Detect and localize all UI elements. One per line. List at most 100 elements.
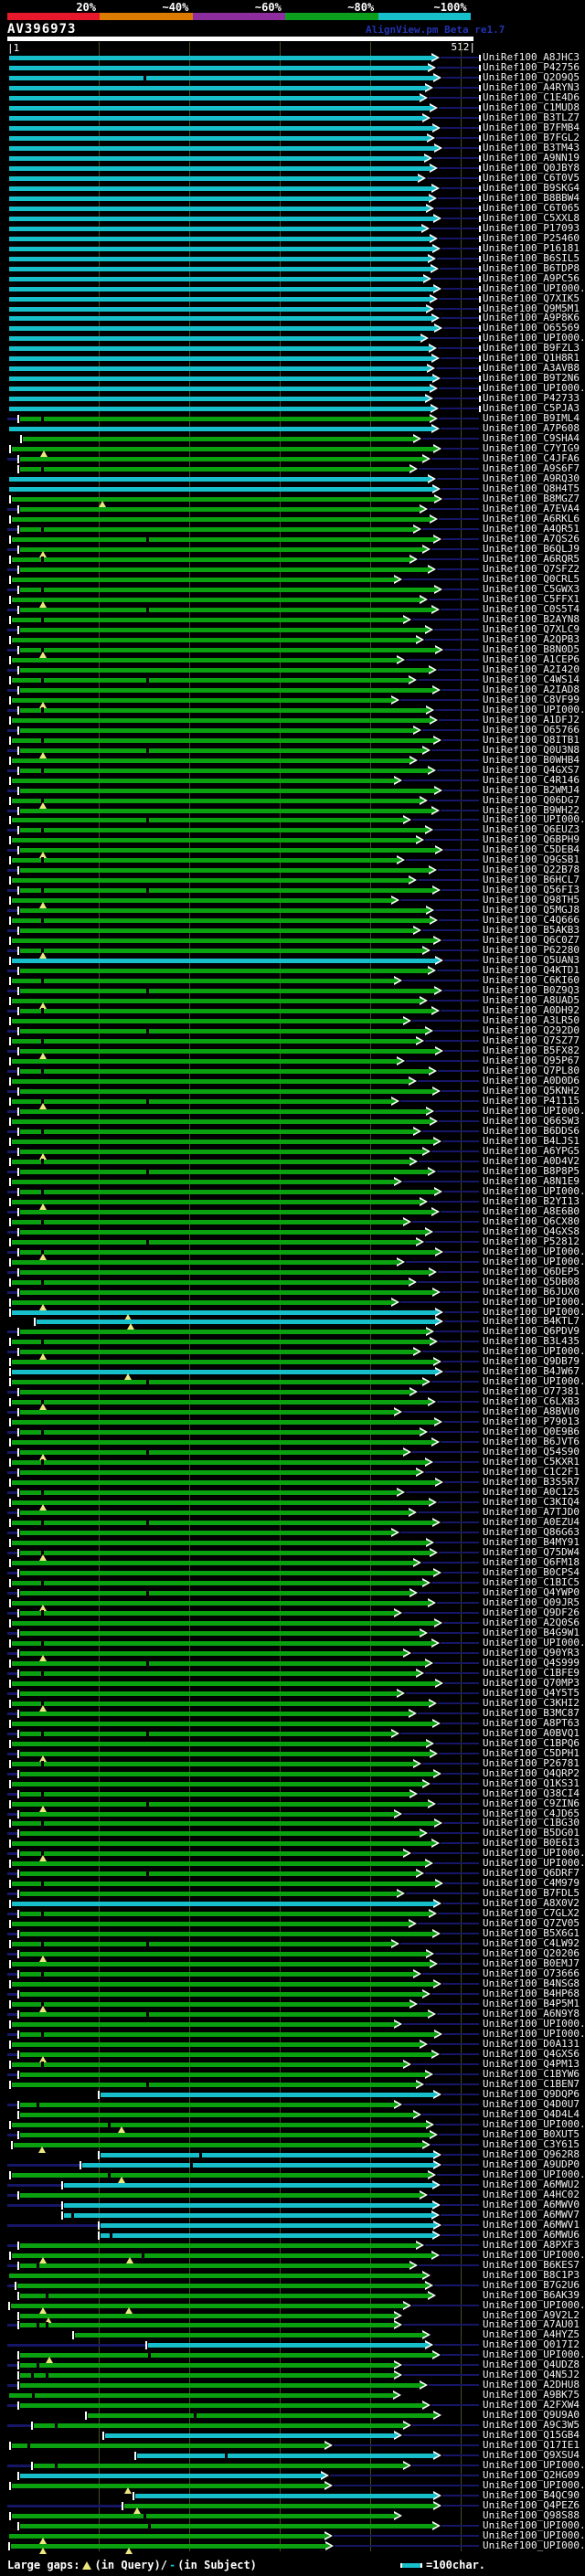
alignment-bar[interactable] (20, 769, 428, 773)
alignment-bar[interactable] (12, 1762, 413, 1766)
alignment-bar[interactable] (9, 407, 431, 411)
alignment-bar[interactable] (105, 2433, 394, 2438)
alignment-bar[interactable] (101, 2223, 433, 2228)
alignment-bar[interactable] (20, 2363, 394, 2368)
alignment-bar[interactable] (20, 567, 428, 572)
alignment-bar[interactable] (12, 799, 420, 803)
alignment-bar[interactable] (17, 2284, 425, 2288)
alignment-bar[interactable] (20, 2263, 410, 2268)
alignment-bar[interactable] (20, 1571, 433, 1575)
alignment-bar[interactable] (12, 2022, 394, 2027)
alignment-bar[interactable] (20, 1551, 430, 1555)
alignment-bar[interactable] (20, 1752, 430, 1756)
alignment-bar[interactable] (12, 1180, 394, 1184)
alignment-bar[interactable] (12, 497, 434, 502)
alignment-bar[interactable] (9, 106, 430, 111)
alignment-bar[interactable] (20, 2012, 428, 2017)
alignment-bar[interactable] (12, 2484, 324, 2488)
alignment-bar[interactable] (20, 928, 413, 933)
alignment-bar[interactable] (20, 1230, 425, 1235)
alignment-bar[interactable] (9, 346, 429, 351)
alignment-bar[interactable] (12, 1541, 426, 1545)
alignment-bar[interactable] (9, 397, 425, 401)
alignment-bar[interactable] (9, 487, 432, 492)
alignment-bar[interactable] (20, 2474, 321, 2478)
alignment-bar[interactable] (20, 1871, 416, 1876)
alignment-bar[interactable] (12, 1099, 391, 1104)
alignment-bar[interactable] (20, 969, 428, 973)
alignment-bar[interactable] (12, 1701, 429, 1706)
alignment-bar[interactable] (23, 437, 413, 441)
alignment-bar[interactable] (12, 1561, 413, 1565)
alignment-bar[interactable] (12, 658, 397, 663)
alignment-bar[interactable] (12, 1742, 426, 1746)
alignment-bar[interactable] (20, 1270, 429, 1275)
alignment-bar[interactable] (20, 2133, 430, 2137)
alignment-bar[interactable] (12, 1280, 409, 1285)
alignment-bar[interactable] (9, 427, 431, 431)
alignment-bar[interactable] (20, 848, 435, 853)
alignment-bar[interactable] (20, 2072, 425, 2077)
alignment-bar[interactable] (12, 1601, 428, 1606)
alignment-bar[interactable] (20, 1511, 409, 1515)
alignment-bar[interactable] (9, 356, 431, 361)
alignment-bar[interactable] (75, 2333, 422, 2337)
alignment-bar[interactable] (12, 2443, 324, 2448)
alignment-bar[interactable] (9, 196, 429, 201)
alignment-bar[interactable] (20, 1350, 413, 1354)
alignment-bar[interactable] (12, 1360, 433, 1364)
alignment-bar[interactable] (12, 858, 397, 863)
alignment-bar[interactable] (12, 2514, 394, 2518)
alignment-bar[interactable] (20, 888, 432, 893)
alignment-bar[interactable] (12, 818, 403, 822)
alignment-bar[interactable] (20, 1089, 432, 1094)
alignment-bar[interactable] (9, 186, 431, 191)
alignment-bar[interactable] (34, 2423, 403, 2428)
alignment-bar[interactable] (20, 2113, 413, 2117)
alignment-bar[interactable] (64, 2183, 432, 2188)
alignment-bar[interactable] (9, 316, 431, 321)
alignment-bar[interactable] (20, 1290, 432, 1295)
alignment-bar[interactable] (9, 2534, 324, 2539)
alignment-bar[interactable] (20, 648, 435, 652)
alignment-bar[interactable] (9, 86, 425, 90)
alignment-bar[interactable] (12, 557, 410, 562)
alignment-bar[interactable] (12, 959, 435, 963)
alignment-bar[interactable] (12, 1340, 430, 1344)
alignment-bar[interactable] (11, 2304, 403, 2308)
alignment-bar[interactable] (20, 2524, 432, 2528)
alignment-bar[interactable] (12, 1621, 434, 1626)
alignment-bar[interactable] (20, 1531, 391, 1535)
alignment-bar[interactable] (12, 1722, 432, 1726)
alignment-bar[interactable] (20, 1912, 429, 1916)
alignment-bar[interactable] (9, 326, 434, 331)
alignment-bar[interactable] (20, 828, 425, 832)
alignment-bar[interactable] (12, 1962, 430, 1966)
alignment-bar[interactable] (148, 2343, 425, 2348)
alignment-bar[interactable] (9, 56, 431, 60)
alignment-bar[interactable] (20, 1490, 397, 1495)
alignment-bar[interactable] (12, 1200, 420, 1204)
alignment-bar[interactable] (9, 277, 423, 281)
alignment-bar[interactable] (9, 156, 424, 161)
alignment-bar[interactable] (12, 1802, 428, 1807)
alignment-bar[interactable] (9, 66, 428, 70)
alignment-bar[interactable] (12, 1220, 403, 1224)
alignment-bar[interactable] (12, 2002, 410, 2007)
alignment-bar[interactable] (12, 1500, 429, 1505)
alignment-bar[interactable] (20, 1009, 431, 1013)
alignment-bar[interactable] (20, 1129, 413, 1134)
alignment-bar[interactable] (20, 1410, 394, 1415)
alignment-bar[interactable] (12, 1942, 391, 1946)
alignment-bar[interactable] (12, 779, 394, 783)
alignment-bar[interactable] (37, 1320, 435, 1324)
alignment-bar[interactable] (20, 1831, 420, 1836)
alignment-bar[interactable] (12, 1902, 433, 1906)
alignment-bar[interactable] (12, 2083, 416, 2087)
alignment-bar[interactable] (20, 2103, 394, 2107)
alignment-bar[interactable] (20, 1772, 433, 1776)
alignment-bar[interactable] (9, 227, 421, 231)
alignment-bar[interactable] (64, 2203, 432, 2208)
alignment-bar[interactable] (12, 1260, 397, 1265)
alignment-bar[interactable] (124, 2504, 433, 2508)
